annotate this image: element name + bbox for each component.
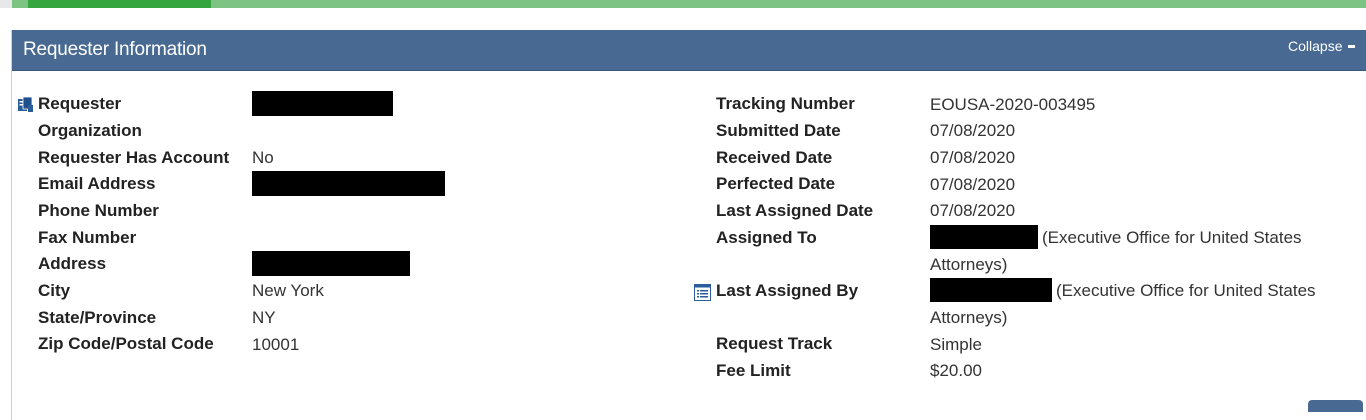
requester-info-panel: Requester Information Collapse [11, 30, 1366, 420]
label-assigned-to: Assigned To [716, 228, 817, 247]
minus-icon [1348, 44, 1356, 48]
label-email-address: Email Address [38, 174, 156, 193]
label-state-province: State/Province [38, 308, 157, 327]
value-received-date: 07/08/2020 [930, 148, 1016, 167]
label-received-date: Received Date [716, 148, 833, 167]
label-requester: Requester [38, 94, 122, 113]
panel-title: Requester Information [23, 39, 207, 60]
label-tracking-number: Tracking Number [716, 94, 855, 113]
requester-card-icon[interactable] [17, 96, 34, 113]
value-fee-limit: $20.00 [930, 361, 982, 380]
history-list-icon[interactable] [694, 284, 711, 301]
redacted-last-assigned-by [930, 278, 1052, 302]
label-city: City [38, 281, 71, 300]
label-submitted-date: Submitted Date [716, 121, 841, 140]
last-assigned-by-org-line2: Attorneys) [930, 308, 1008, 327]
redacted-email [252, 171, 445, 196]
label-last-assigned-by: Last Assigned By [716, 281, 859, 300]
value-request-track: Simple [930, 335, 982, 354]
collapse-label: Collapse [1288, 38, 1343, 54]
assigned-to-org-line1: (Executive Office for United States [1042, 228, 1302, 247]
redacted-requester [252, 91, 393, 116]
value-submitted-date: 07/08/2020 [930, 121, 1016, 140]
label-address: Address [38, 254, 107, 273]
label-phone-number: Phone Number [38, 201, 159, 220]
panel-header: Requester Information Collapse [12, 30, 1366, 71]
collapse-button[interactable]: Collapse [1288, 38, 1356, 54]
value-tracking-number: EOUSA-2020-003495 [930, 95, 1096, 114]
label-fax-number: Fax Number [38, 228, 137, 247]
progress-edge [0, 0, 12, 8]
label-fee-limit: Fee Limit [716, 361, 791, 380]
partial-button[interactable] [1308, 400, 1363, 412]
last-assigned-by-org-line1: (Executive Office for United States [1056, 281, 1316, 300]
value-perfected-date: 07/08/2020 [930, 175, 1016, 194]
label-last-assigned-date: Last Assigned Date [716, 201, 874, 220]
assigned-to-org-line2: Attorneys) [930, 255, 1008, 274]
progress-gap [12, 0, 28, 8]
redacted-address [252, 251, 410, 276]
progress-bar [0, 0, 1366, 8]
label-requester-has-account: Requester Has Account [38, 148, 230, 167]
value-city: New York [252, 281, 324, 300]
label-zip-code: Zip Code/Postal Code [38, 334, 214, 353]
label-request-track: Request Track [716, 334, 833, 353]
label-organization: Organization [38, 121, 142, 140]
value-last-assigned-date: 07/08/2020 [930, 201, 1016, 220]
value-zip-code: 10001 [252, 335, 300, 354]
progress-fill [28, 0, 211, 8]
value-state-province: NY [252, 308, 276, 327]
value-requester-has-account: No [252, 148, 274, 167]
label-perfected-date: Perfected Date [716, 174, 836, 193]
redacted-assigned-to [930, 225, 1038, 249]
